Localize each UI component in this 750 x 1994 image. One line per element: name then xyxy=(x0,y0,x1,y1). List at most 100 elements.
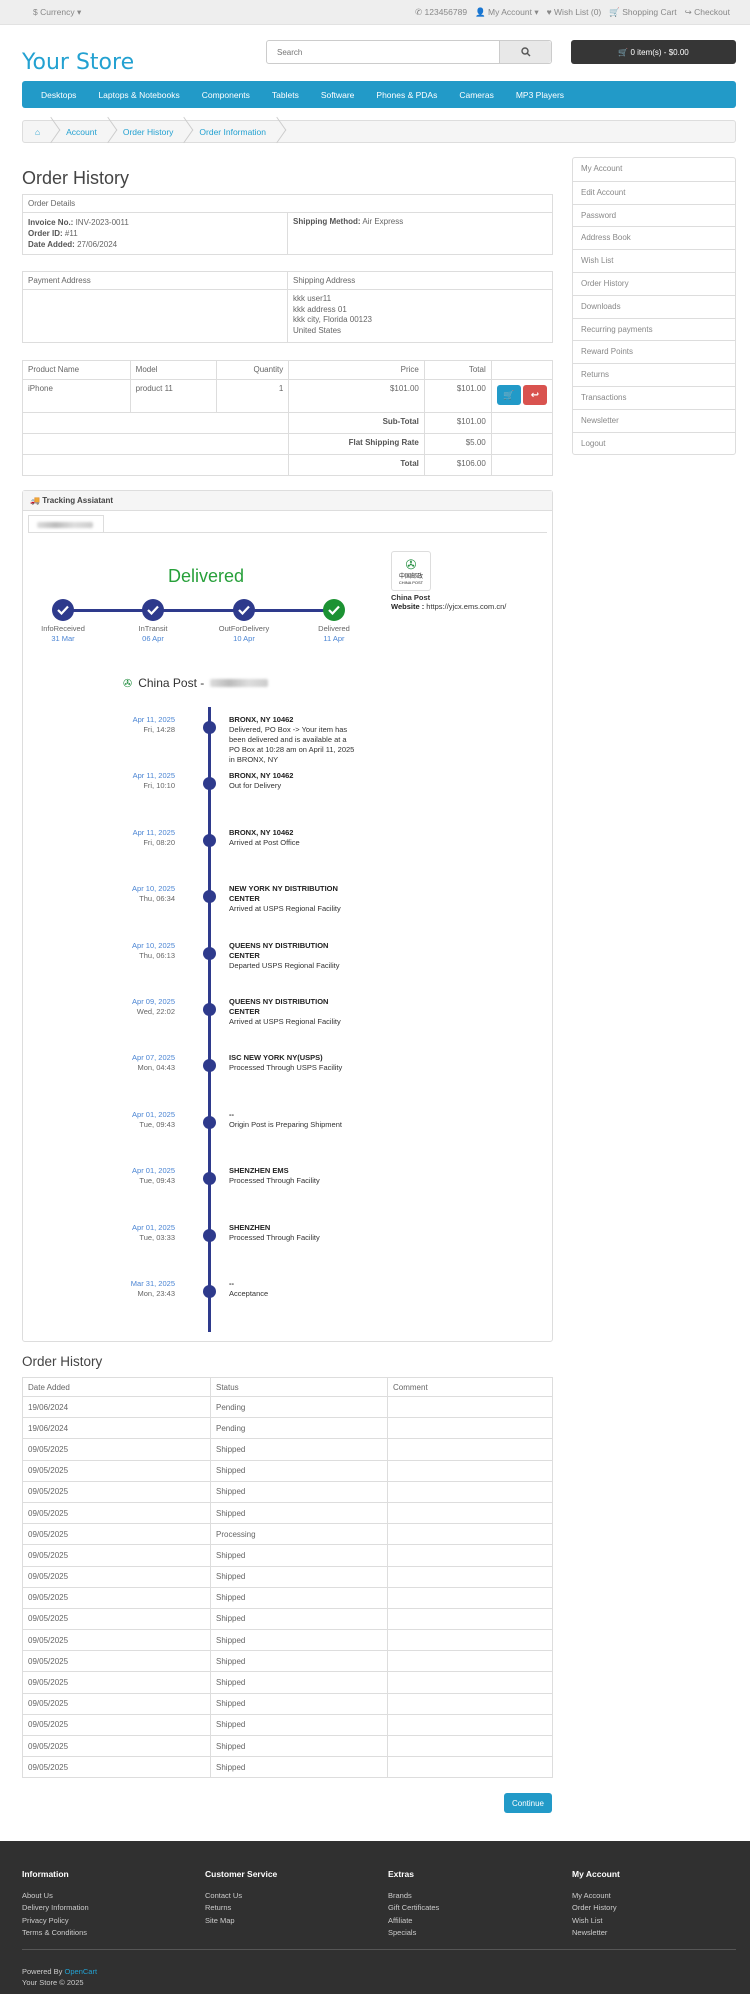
event-date: Apr 10, 2025 xyxy=(132,884,175,894)
history-comment xyxy=(387,1417,553,1440)
footer-link[interactable]: Brands xyxy=(388,1890,439,1903)
phone-link[interactable]: ✆ 123456789 xyxy=(415,7,467,18)
top-bar: $ Currency ▾ ✆ 123456789 👤 My Account ▾ … xyxy=(0,0,750,25)
sidebar-item-edit-account[interactable]: Edit Account xyxy=(573,180,735,204)
search-button[interactable] xyxy=(499,41,551,63)
footer-link[interactable]: Affiliate xyxy=(388,1915,439,1928)
sidebar-item-newsletter[interactable]: Newsletter xyxy=(573,408,735,432)
menu-item-components[interactable]: Components xyxy=(191,90,261,100)
menu-item-tablets[interactable]: Tablets xyxy=(261,90,310,100)
opencart-link[interactable]: OpenCart xyxy=(65,1967,98,1976)
my-account-dropdown[interactable]: 👤 My Account ▾ xyxy=(475,7,539,18)
footer-link[interactable]: My Account xyxy=(572,1890,620,1903)
breadcrumb-account[interactable]: Account xyxy=(54,121,111,142)
breadcrumb-order-information[interactable]: Order Information xyxy=(187,121,280,142)
breadcrumb-order-history[interactable]: Order History xyxy=(111,121,188,142)
menu-item-desktops[interactable]: Desktops xyxy=(30,90,87,100)
sidebar-item-wish-list[interactable]: Wish List xyxy=(573,249,735,272)
cart-button[interactable]: 🛒 0 item(s) - $0.00 xyxy=(571,40,736,64)
wishlist-link[interactable]: ♥ Wish List (0) xyxy=(547,7,602,18)
event-location: QUEENS NY DISTRIBUTION CENTER xyxy=(229,940,329,960)
totals-spacer xyxy=(21,454,290,476)
sidebar-item-password[interactable]: Password xyxy=(573,203,735,227)
footer-link[interactable]: Delivery Information xyxy=(22,1902,89,1915)
subtotal-value: $101.00 xyxy=(423,412,492,434)
footer-link[interactable]: About Us xyxy=(22,1890,89,1903)
cart-label: 0 item(s) - $0.00 xyxy=(630,47,689,57)
footer-link[interactable]: Order History xyxy=(572,1902,620,1915)
shopping-cart-link[interactable]: 🛒 Shopping Cart xyxy=(609,7,676,18)
footer: Information About Us Delivery Informatio… xyxy=(0,1841,750,1994)
event-text: SHENZHEN EMS Processed Through Facility xyxy=(229,1166,359,1186)
check-icon xyxy=(52,599,74,621)
event-text: BRONX, NY 10462 Arrived at Post Office xyxy=(229,828,359,848)
truck-icon: 🚚 xyxy=(30,496,40,505)
menu-item-mp3[interactable]: MP3 Players xyxy=(505,90,575,100)
step-label: OutForDelivery xyxy=(218,624,270,633)
totals-spacer xyxy=(490,454,554,476)
event-date: Mar 31, 2025 xyxy=(130,1279,175,1288)
footer-link[interactable]: Specials xyxy=(388,1927,439,1940)
menu-item-laptops[interactable]: Laptops & Notebooks xyxy=(87,90,190,100)
currency-dropdown[interactable]: $ Currency ▾ xyxy=(33,7,81,18)
checkout-link[interactable]: ↪ Checkout xyxy=(685,7,730,18)
tracking-tab[interactable] xyxy=(28,515,104,533)
carrier-info: ✇ 中国邮政 CHINA POST China Post Website : h… xyxy=(391,551,551,611)
footer-link[interactable]: Site Map xyxy=(205,1915,277,1928)
history-comment xyxy=(387,1629,553,1652)
col-model: Model xyxy=(129,360,218,380)
footer-col-information: Information About Us Delivery Informatio… xyxy=(22,1868,89,1940)
website-label: Website : xyxy=(391,602,425,611)
event-text: ISC NEW YORK NY(USPS) Processed Through U… xyxy=(229,1053,359,1073)
table-row: 09/05/2025 Shipped xyxy=(22,1629,553,1652)
event-date: Apr 09, 2025 xyxy=(132,997,175,1006)
total-value: $106.00 xyxy=(423,454,492,476)
sidebar-item-returns[interactable]: Returns xyxy=(573,363,735,386)
totals-spacer xyxy=(21,412,290,434)
reorder-button[interactable]: 🛒 xyxy=(496,385,521,405)
search-input[interactable] xyxy=(267,41,499,63)
footer-link[interactable]: Gift Certificates xyxy=(388,1902,439,1915)
home-icon: ⌂ xyxy=(35,126,41,137)
continue-button[interactable]: Continue xyxy=(504,1793,552,1813)
footer-link[interactable]: Returns xyxy=(205,1902,277,1915)
share-icon: ↪ xyxy=(684,7,692,17)
product-name: iPhone xyxy=(22,379,131,413)
table-row: 19/06/2024 Pending xyxy=(22,1395,553,1419)
history-status: Shipped xyxy=(210,1586,388,1609)
table-row: 09/05/2025 Shipped xyxy=(22,1565,553,1588)
menu-item-cameras[interactable]: Cameras xyxy=(448,90,504,100)
footer-link[interactable]: Contact Us xyxy=(205,1890,277,1903)
breadcrumb-home[interactable]: ⌂ xyxy=(23,121,54,142)
footer-link[interactable]: Newsletter xyxy=(572,1927,620,1940)
footer-link[interactable]: Terms & Conditions xyxy=(22,1927,89,1940)
event-location: BRONX, NY 10462 xyxy=(229,771,294,781)
menu-item-software[interactable]: Software xyxy=(310,90,366,100)
event-description: Arrived at Post Office xyxy=(229,837,300,847)
table-row: 09/05/2025 Shipped xyxy=(22,1480,553,1503)
history-comment xyxy=(387,1607,553,1631)
sidebar-item-recurring[interactable]: Recurring payments xyxy=(573,317,735,341)
check-icon xyxy=(142,599,164,621)
menu-item-phones[interactable]: Phones & PDAs xyxy=(365,90,448,100)
store-logo[interactable]: Your Store xyxy=(22,50,134,75)
website-value[interactable]: https://yjcx.ems.com.cn/ xyxy=(426,602,506,611)
footer-link[interactable]: Wish List xyxy=(572,1915,620,1928)
event-datetime: Apr 01, 2025 Tue, 03:33 xyxy=(83,1223,175,1243)
sidebar-item-logout[interactable]: Logout xyxy=(573,431,735,455)
sidebar-item-transactions[interactable]: Transactions xyxy=(573,385,735,409)
return-button[interactable]: ↩ xyxy=(523,385,547,405)
product-qty: 1 xyxy=(216,379,290,413)
shipping-address-cell: kkk user11 kkk address 01 kkk city, Flor… xyxy=(287,289,553,343)
sidebar-item-reward-points[interactable]: Reward Points xyxy=(573,340,735,363)
sidebar-item-order-history[interactable]: Order History xyxy=(573,271,735,295)
sidebar-item-downloads[interactable]: Downloads xyxy=(573,294,735,318)
event-description: Arrived at USPS Regional Facility xyxy=(229,1017,341,1026)
sidebar-item-my-account[interactable]: My Account xyxy=(573,158,735,181)
col-actions xyxy=(490,360,554,380)
order-info-cell: Invoice No.: INV-2023-0011 Order ID: #11… xyxy=(22,212,288,255)
sidebar-item-address-book[interactable]: Address Book xyxy=(573,226,735,249)
footer-link[interactable]: Privacy Policy xyxy=(22,1915,89,1928)
event-description: Origin Post is Preparing Shipment xyxy=(229,1119,342,1129)
footer-col-extras: Extras Brands Gift Certificates Affiliat… xyxy=(388,1868,439,1940)
